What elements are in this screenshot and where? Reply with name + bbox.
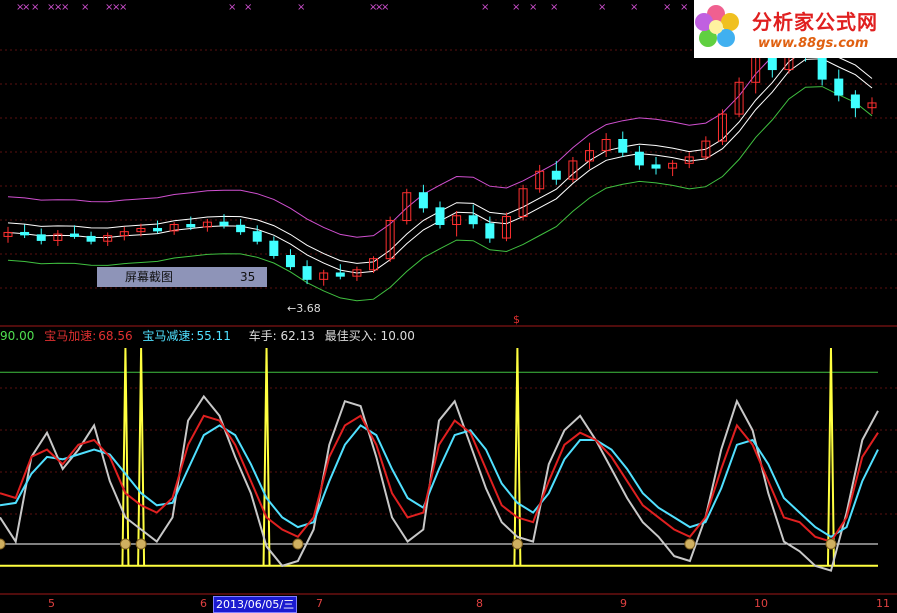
chart-canvas: ×× × ××× × ××× × × × ××× × × × × × × × ×$ xyxy=(0,2,897,595)
candle-body-4 xyxy=(69,233,79,237)
candle-body-1 xyxy=(20,231,30,236)
money-bag-icon-6 xyxy=(825,538,837,550)
candle-body-2 xyxy=(36,234,46,241)
top-marker-6: × xyxy=(81,2,89,13)
top-marker-10: × xyxy=(228,2,236,13)
x-label-11: 11 xyxy=(876,597,890,610)
money-bag-icon-0 xyxy=(0,538,6,550)
candle-body-29 xyxy=(485,223,495,239)
site-logo: 分析家公式网 www.88gs.com xyxy=(694,0,897,58)
money-marker: $ xyxy=(513,313,520,326)
legend-accel-label: 宝马加速: xyxy=(44,329,97,343)
candle-body-38 xyxy=(634,151,644,166)
x-label-6: 6 xyxy=(200,597,207,610)
x-label-7: 7 xyxy=(316,597,323,610)
money-bag-icon-3 xyxy=(292,538,304,550)
candle-body-18 xyxy=(302,266,312,280)
legend-accel-value: 68.56 xyxy=(98,329,133,343)
top-marker-16: × xyxy=(481,2,489,13)
top-marker-12: × xyxy=(297,2,305,13)
top-marker-19: × xyxy=(550,2,558,13)
candle-body-50 xyxy=(834,78,844,96)
legend-level: 90.00 xyxy=(0,329,35,343)
money-bag-icon-5 xyxy=(684,538,696,550)
candle-body-20 xyxy=(335,272,345,277)
candle-body-26 xyxy=(435,207,445,226)
money-bag-icon-2 xyxy=(135,538,147,550)
screenshot-tooltip: 屏幕截图 35 xyxy=(97,267,267,287)
candle-body-9 xyxy=(153,227,163,232)
legend-decel-label: 宝马减速: xyxy=(142,329,195,343)
top-marker-21: × xyxy=(630,2,638,13)
candle-body-5 xyxy=(86,235,96,242)
candle-body-37 xyxy=(618,138,628,153)
top-marker-9: × xyxy=(119,2,127,13)
signal-spike-2 xyxy=(262,347,271,566)
candle-body-17 xyxy=(285,255,295,268)
series-line-1 xyxy=(0,424,879,538)
low-price-label: ←3.68 xyxy=(287,302,321,315)
top-marker-1: × xyxy=(22,2,30,13)
candle-body-16 xyxy=(269,240,279,257)
signal-spike-3 xyxy=(513,347,522,566)
candle-body-51 xyxy=(850,94,860,109)
money-bag-icon-4 xyxy=(511,538,523,550)
candle-body-33 xyxy=(551,170,561,180)
top-marker-17: × xyxy=(512,2,520,13)
candle-body-49 xyxy=(817,54,827,80)
stock-chart-window: { "chart_data": [ { "type": "candlestick… xyxy=(0,0,897,613)
candle-body-14 xyxy=(236,224,246,233)
candle-body-15 xyxy=(252,231,262,242)
candle-body-28 xyxy=(468,215,478,225)
top-marker-2: × xyxy=(31,2,39,13)
top-marker-5: × xyxy=(61,2,69,13)
x-label-8: 8 xyxy=(476,597,483,610)
signal-spike-0 xyxy=(121,347,130,566)
top-marker-20: × xyxy=(598,2,606,13)
top-marker-15: × xyxy=(381,2,389,13)
tooltip-value: 35 xyxy=(240,270,256,284)
candle-body-25 xyxy=(418,192,428,209)
signal-spike-1 xyxy=(137,347,146,566)
logo-url: www.88gs.com xyxy=(758,36,869,51)
top-marker-11: × xyxy=(244,2,252,13)
logo-title: 分析家公式网 xyxy=(752,10,878,34)
top-marker-22: × xyxy=(663,2,671,13)
candle-body-11 xyxy=(186,224,196,228)
signal-spike-4 xyxy=(826,347,835,566)
flower-icon xyxy=(695,5,739,47)
x-label-10: 10 xyxy=(754,597,768,610)
money-bag-icon-1 xyxy=(119,538,131,550)
legend-best-buy: 最佳买入: 10.00 xyxy=(324,329,415,343)
tooltip-title: 屏幕截图 xyxy=(125,270,174,284)
legend-decel-value: 55.11 xyxy=(196,329,231,343)
top-marker-18: × xyxy=(529,2,537,13)
candle-body-13 xyxy=(219,221,229,226)
x-label-5: 5 xyxy=(48,597,55,610)
legend-driver: 车手: 62.13 xyxy=(248,329,315,343)
current-date-box: 2013/06/05/三 xyxy=(213,596,298,613)
top-marker-23: × xyxy=(680,2,688,13)
candle-body-39 xyxy=(651,164,661,169)
x-label-9: 9 xyxy=(620,597,627,610)
indicator-legend: 90.00 宝马加速: 68.56 宝马减速: 55.11 车手: 62.13 最佳… xyxy=(0,327,421,345)
